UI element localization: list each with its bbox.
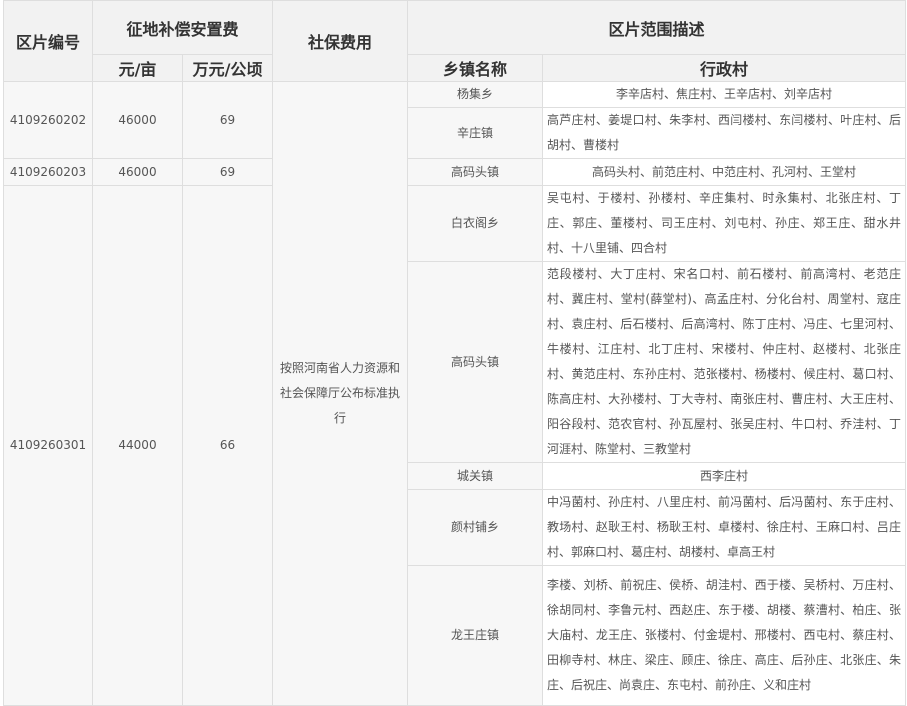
header-yuan-per-mu: 元/亩: [92, 54, 183, 82]
township-cell: 城关镇: [407, 462, 544, 490]
villages-cell: 李楼、刘桥、前祝庄、侯桥、胡洼村、西于楼、吴桥村、万庄村、徐胡同村、李鲁元村、西…: [542, 565, 907, 706]
land-compensation-table: 区片编号 征地补偿安置费 社保费用 区片范围描述 元/亩 万元/公顷 乡镇名称 …: [3, 0, 907, 706]
yuan-per-mu-cell: 44000: [92, 185, 183, 706]
villages-cell: 李辛店村、焦庄村、王辛店村、刘辛店村: [542, 81, 907, 108]
township-cell: 杨集乡: [407, 81, 544, 108]
wan-per-hectare-cell: 66: [181, 185, 274, 706]
zone-id-cell: 4109260202: [3, 81, 93, 159]
header-compensation: 征地补偿安置费: [91, 0, 274, 55]
township-cell: 白衣阁乡: [407, 185, 544, 262]
header-zone-scope: 区片范围描述: [407, 0, 907, 55]
header-social-security: 社保费用: [272, 0, 409, 82]
wan-per-hectare-cell: 69: [181, 158, 274, 186]
header-wan-per-hectare: 万元/公顷: [181, 54, 274, 82]
header-township: 乡镇名称: [407, 54, 544, 82]
township-cell: 高码头镇: [407, 158, 544, 186]
zone-id-cell: 4109260203: [3, 158, 93, 186]
villages-cell: 高码头村、前范庄村、中范庄村、孔河村、王堂村: [542, 158, 907, 186]
villages-cell: 西李庄村: [542, 462, 907, 490]
villages-cell: 范段楼村、大丁庄村、宋名口村、前石楼村、前高湾村、老范庄村、冀庄村、堂村(薛堂村…: [542, 261, 907, 463]
yuan-per-mu-cell: 46000: [92, 158, 183, 186]
township-cell: 龙王庄镇: [407, 565, 544, 706]
header-villages: 行政村: [542, 54, 907, 82]
land-compensation-table-wrap: 区片编号 征地补偿安置费 社保费用 区片范围描述 元/亩 万元/公顷 乡镇名称 …: [3, 0, 907, 706]
wan-per-hectare-cell: 69: [181, 81, 274, 159]
township-cell: 辛庄镇: [407, 107, 544, 159]
township-cell: 高码头镇: [407, 261, 544, 463]
villages-cell: 中冯菌村、孙庄村、八里庄村、前冯菌村、后冯菌村、东于庄村、教场村、赵耿王村、杨耿…: [542, 489, 907, 566]
social-security-note: 按照河南省人力资源和社会保障厅公布标准执行: [280, 361, 401, 425]
township-cell: 颜村铺乡: [407, 489, 544, 566]
villages-cell: 高芦庄村、姜堤口村、朱李村、西闫楼村、东闫楼村、叶庄村、后胡村、曹楼村: [542, 107, 907, 159]
zone-id-cell: 4109260301: [3, 185, 93, 706]
social-security-cell: 按照河南省人力资源和社会保障厅公布标准执行: [272, 81, 409, 706]
header-zone-id: 区片编号: [3, 0, 93, 82]
yuan-per-mu-cell: 46000: [92, 81, 183, 159]
villages-cell: 吴屯村、于楼村、孙楼村、辛庄集村、时永集村、北张庄村、丁庄、郭庄、董楼村、司王庄…: [542, 185, 907, 262]
